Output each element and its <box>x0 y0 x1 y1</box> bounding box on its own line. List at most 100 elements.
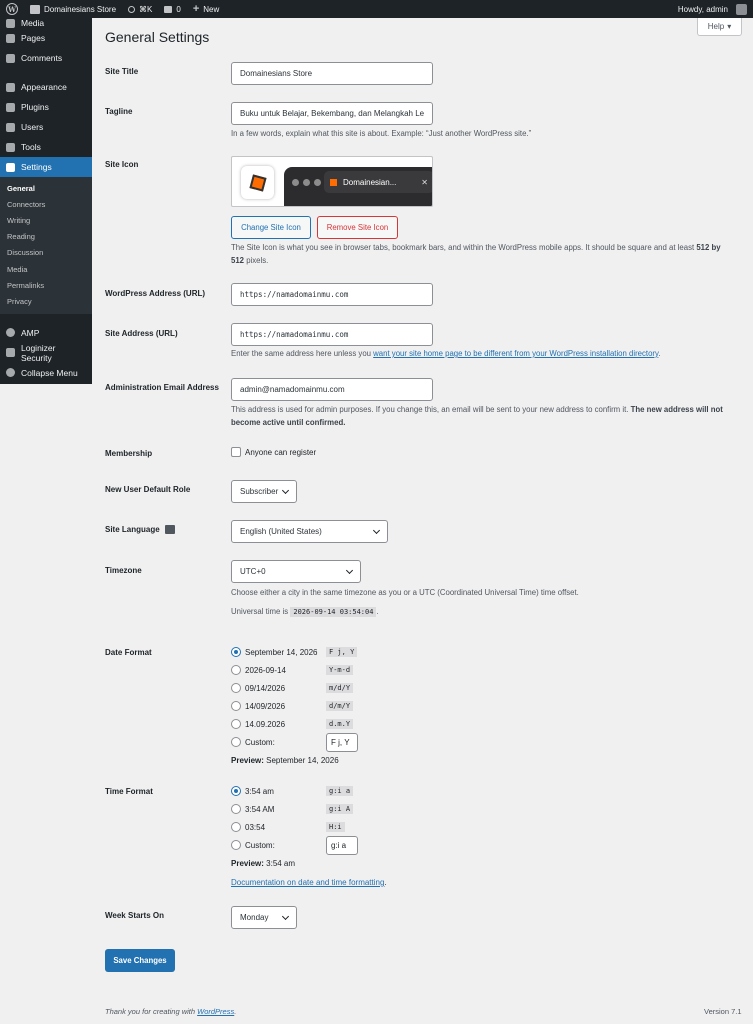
site-address-help-link[interactable]: want your site home page to be different… <box>373 349 658 358</box>
remove-site-icon-button[interactable]: Remove Site Icon <box>317 216 398 239</box>
submenu-item-privacy[interactable]: Privacy <box>0 293 92 309</box>
site-icon-description: The Site Icon is what you see in browser… <box>231 243 721 265</box>
site-icon-preview: Domainesian... ✕ <box>231 156 433 207</box>
time-format-radio[interactable] <box>231 822 241 832</box>
timezone-select[interactable]: UTC+0 <box>231 560 361 583</box>
wordpress-link[interactable]: WordPress <box>197 1007 234 1016</box>
comment-icon <box>164 5 173 13</box>
user-account-menu[interactable]: Howdy, admin <box>672 0 753 18</box>
date-format-option: 2026-09-14 <box>245 666 286 675</box>
media-icon <box>6 18 15 28</box>
admin-email-label: Administration Email Address <box>105 383 219 392</box>
chevron-down-icon <box>372 526 381 534</box>
date-format-radio[interactable] <box>231 719 241 729</box>
sidebar-item-label: Collapse Menu <box>21 367 78 378</box>
settings-icon <box>6 162 15 172</box>
submenu-item-reading[interactable]: Reading <box>0 229 92 245</box>
date-format-radio[interactable] <box>231 701 241 711</box>
sidebar-item-loginizer[interactable]: Loginizer Security <box>0 343 92 363</box>
time-format-radio[interactable] <box>231 786 241 796</box>
date-format-code: m/d/Y <box>326 683 354 693</box>
change-site-icon-button[interactable]: Change Site Icon <box>231 216 311 239</box>
week-start-label: Week Starts On <box>105 911 164 920</box>
date-format-radio[interactable] <box>231 683 241 693</box>
search-icon <box>128 5 136 13</box>
site-name-link[interactable]: Domainesians Store <box>24 0 122 18</box>
amp-icon <box>6 328 15 337</box>
sidebar-item-media[interactable]: Media <box>0 18 92 28</box>
anyone-can-register-checkbox[interactable] <box>231 447 241 457</box>
help-button[interactable]: Help ▾ <box>697 18 742 36</box>
date-format-custom-radio[interactable] <box>231 737 241 747</box>
sidebar-item-comments[interactable]: Comments <box>0 48 92 68</box>
wordpress-logo-button[interactable]: W <box>0 0 24 18</box>
plugin-icon <box>6 102 15 112</box>
submenu-item-permalinks[interactable]: Permalinks <box>0 277 92 293</box>
site-address-label: Site Address (URL) <box>105 329 178 338</box>
browser-tab-preview: Domainesian... ✕ <box>284 167 432 206</box>
date-format-preview: Preview: September 14, 2026 <box>231 756 339 765</box>
default-role-select[interactable]: Subscriber <box>231 480 297 503</box>
week-start-value: Monday <box>240 913 269 922</box>
translate-icon <box>164 525 175 535</box>
submenu-item-media[interactable]: Media <box>0 261 92 277</box>
collapse-menu-button[interactable]: Collapse Menu <box>0 363 92 383</box>
browser-tab-title: Domainesian... <box>343 177 397 187</box>
submenu-item-general[interactable]: General <box>0 180 92 196</box>
window-dot-icon <box>314 179 321 186</box>
save-changes-button[interactable]: Save Changes <box>105 949 175 972</box>
site-title-input[interactable]: Domainesians Store <box>231 62 433 85</box>
sidebar-item-label: AMP <box>21 327 40 338</box>
caret-down-icon: ▾ <box>727 22 732 31</box>
sidebar-item-appearance[interactable]: Appearance <box>0 77 92 97</box>
time-format-custom-radio[interactable] <box>231 840 241 850</box>
date-format-radio[interactable] <box>231 647 241 657</box>
sidebar-item-label: Users <box>21 122 44 132</box>
tagline-description: In a few words, explain what this site i… <box>231 129 532 138</box>
date-format-custom-input[interactable]: F j, Y <box>326 733 358 752</box>
site-title-label: Site Title <box>105 67 139 76</box>
home-icon <box>30 4 40 14</box>
time-format-option: 3:54 am <box>245 787 274 796</box>
sidebar-item-tools[interactable]: Tools <box>0 137 92 157</box>
date-format-code: d/m/Y <box>326 701 354 711</box>
greeting-label: Howdy, admin <box>677 4 728 14</box>
paintbrush-icon <box>6 82 15 92</box>
time-format-custom-input[interactable]: g:i a <box>326 836 358 855</box>
submenu-item-discussion[interactable]: Discussion <box>0 245 92 261</box>
sidebar-item-plugins[interactable]: Plugins <box>0 97 92 117</box>
sidebar-item-settings[interactable]: Settings <box>0 157 92 177</box>
time-format-radio[interactable] <box>231 804 241 814</box>
submenu-item-connectors[interactable]: Connectors <box>0 196 92 212</box>
plus-icon: + <box>192 2 200 15</box>
default-role-label: New User Default Role <box>105 485 191 494</box>
chevron-down-icon <box>281 912 290 920</box>
admin-email-input[interactable]: admin@namadomainmu.com <box>231 378 433 401</box>
help-label: Help <box>707 22 725 31</box>
close-icon: ✕ <box>421 177 428 187</box>
app-icon-preview <box>241 166 274 199</box>
sidebar-item-label: Media <box>21 18 45 28</box>
site-language-select[interactable]: English (United States) <box>231 520 388 543</box>
wordpress-address-input[interactable]: https://namadomainmu.com <box>231 283 433 306</box>
timezone-label: Timezone <box>105 566 142 575</box>
command-palette-button[interactable]: ⌘K <box>122 0 158 18</box>
new-content-button[interactable]: + New <box>187 0 225 18</box>
new-label: New <box>203 4 220 14</box>
browser-tab: Domainesian... ✕ <box>324 171 432 193</box>
tagline-input[interactable]: Buku untuk Belajar, Bekembang, dan Melan… <box>231 102 433 125</box>
wrench-icon <box>6 142 15 152</box>
comments-link[interactable]: 0 <box>158 0 186 18</box>
settings-submenu: General Connectors Writing Reading Discu… <box>0 177 92 314</box>
sidebar-item-pages[interactable]: Pages <box>0 28 92 48</box>
membership-label: Membership <box>105 449 153 458</box>
site-logo-icon <box>248 173 267 192</box>
week-start-select[interactable]: Monday <box>231 906 297 929</box>
sidebar-item-amp[interactable]: AMP <box>0 323 92 343</box>
site-address-input[interactable]: https://namadomainmu.com <box>231 323 433 346</box>
date-format-radio[interactable] <box>231 665 241 675</box>
tagline-label: Tagline <box>105 107 133 116</box>
sidebar-item-users[interactable]: Users <box>0 117 92 137</box>
submenu-item-writing[interactable]: Writing <box>0 212 92 228</box>
date-time-docs-link[interactable]: Documentation on date and time formattin… <box>231 878 384 887</box>
